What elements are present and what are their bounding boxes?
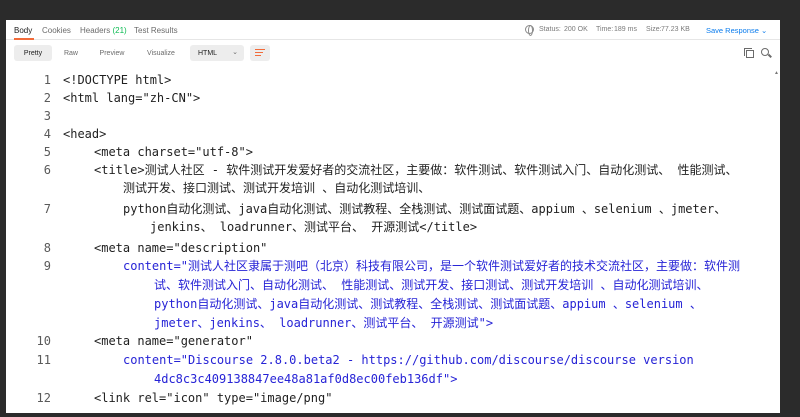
- view-visualize[interactable]: Visualize: [138, 45, 184, 61]
- response-panel: Body Cookies Headers (21) Test Results S…: [6, 20, 780, 413]
- line-number: 12: [36, 391, 51, 405]
- code-line: <link rel="icon" type="image/png": [94, 391, 333, 405]
- code-line: content="测试人社区隶属于测吧（北京）科技有限公司，是一个软件测试爱好者…: [123, 259, 741, 273]
- tab-test-results[interactable]: Test Results: [134, 26, 178, 35]
- line-number: 4: [43, 127, 51, 141]
- line-number: 10: [36, 334, 51, 348]
- size-value: 77.23 KB: [661, 26, 690, 33]
- line-number: 11: [36, 353, 51, 367]
- line-number: 2: [43, 91, 51, 105]
- tab-headers-label: Headers: [80, 26, 111, 35]
- code-line: content="Discourse 2.8.0.beta2 - https:/…: [123, 353, 694, 367]
- line-number: 1: [43, 73, 51, 87]
- time-value: 189 ms: [614, 26, 637, 33]
- code-line: <!DOCTYPE html>: [63, 73, 172, 87]
- code-line: <meta charset="utf-8">: [94, 145, 253, 159]
- headers-count: (21): [112, 26, 127, 35]
- wrap-icon-line: [255, 52, 263, 53]
- scroll-up-arrow-icon[interactable]: ▲: [774, 70, 779, 76]
- copy-icon[interactable]: [744, 48, 754, 58]
- view-raw[interactable]: Raw: [56, 45, 86, 61]
- line-number: 6: [43, 163, 51, 177]
- code-line-wrap: python自动化测试、java自动化测试、测试教程、全栈测试、测试面试题、ap…: [154, 297, 702, 311]
- format-value: HTML: [198, 49, 218, 57]
- response-toolbar: Pretty Raw Preview Visualize HTML ⌄: [6, 42, 780, 64]
- status-label: Status:: [539, 26, 561, 33]
- format-select[interactable]: HTML ⌄: [190, 45, 244, 61]
- code-line: <title>测试人社区 - 软件测试开发爱好者的交流社区，主要做：软件测试、软…: [94, 163, 738, 177]
- size-label: Size:: [646, 26, 662, 33]
- active-tab-indicator: [14, 38, 34, 40]
- tab-body[interactable]: Body: [14, 26, 32, 35]
- vertical-scrollbar[interactable]: [776, 68, 780, 413]
- chevron-down-icon: ⌄: [761, 26, 768, 35]
- tab-cookies[interactable]: Cookies: [42, 26, 71, 35]
- tab-headers[interactable]: Headers (21): [80, 26, 127, 35]
- wrap-lines-button[interactable]: [250, 45, 270, 61]
- time-label: Time:: [596, 26, 614, 33]
- code-editor[interactable]: 1 <!DOCTYPE html> 2 <html lang="zh-CN"> …: [6, 68, 780, 413]
- chevron-down-icon: ⌄: [232, 49, 238, 56]
- line-number: 9: [43, 259, 51, 273]
- code-line-wrap: 试、软件测试入门、自动化测试、 性能测试、测试开发、接口测试、测试开发培训 、自…: [154, 278, 709, 292]
- search-icon[interactable]: [761, 48, 769, 56]
- code-line-wrap: 测试开发、接口测试、测试开发培训 、自动化测试培训、: [123, 181, 431, 195]
- globe-icon[interactable]: [525, 25, 534, 36]
- line-number: 3: [43, 109, 51, 123]
- view-preview[interactable]: Preview: [92, 45, 132, 61]
- code-line-wrap: jmeter、jenkins、 loadrunner、测试平台、 开源测试">: [154, 316, 494, 330]
- save-response-label: Save Response: [706, 26, 759, 35]
- code-line: python自动化测试、java自动化测试、测试教程、全栈测试、测试面试题、ap…: [123, 202, 727, 216]
- view-pretty[interactable]: Pretty: [14, 45, 52, 61]
- code-line-wrap: 4dc8c3c409138847ee48a81af0d8ec00feb136df…: [154, 372, 458, 386]
- code-line-wrap: jenkins、 loadrunner、测试平台、 开源测试</title>: [150, 220, 478, 234]
- code-line: <head>: [63, 127, 107, 141]
- wrap-icon-line: [255, 55, 261, 56]
- response-tabs: Body Cookies Headers (21) Test Results S…: [6, 20, 780, 40]
- status-value: 200 OK: [564, 26, 588, 33]
- line-number: 7: [43, 202, 51, 216]
- wrap-icon-line: [255, 49, 265, 50]
- code-line: <meta name="description": [94, 241, 268, 255]
- save-response-button[interactable]: Save Response ⌄: [706, 26, 767, 35]
- line-number: 5: [43, 145, 51, 159]
- line-number: 8: [43, 241, 51, 255]
- code-line: <meta name="generator": [94, 334, 253, 348]
- code-line: <html lang="zh-CN">: [63, 91, 201, 105]
